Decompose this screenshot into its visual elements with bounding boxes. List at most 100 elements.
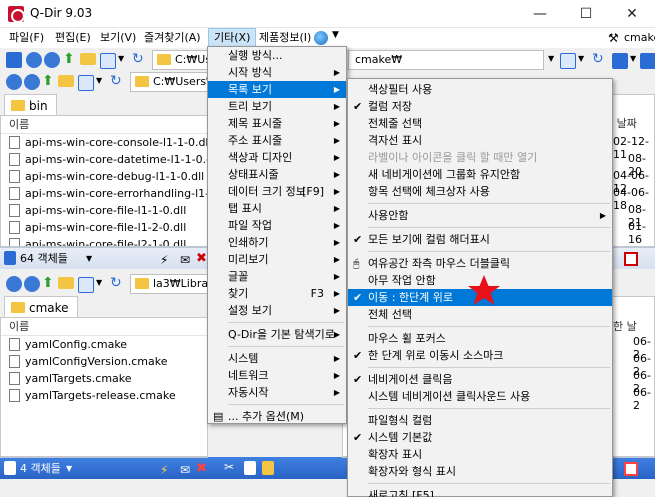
column-header-name[interactable]: 이름 bbox=[1, 318, 207, 336]
chevron-down-icon[interactable]: ▼ bbox=[578, 54, 584, 63]
extra-menu-item-9[interactable]: 탭 표시 ▶ bbox=[208, 200, 346, 217]
back-icon[interactable] bbox=[6, 276, 22, 292]
extra-menu-item-11[interactable]: 인쇄하기 ▶ bbox=[208, 234, 346, 251]
view-icon[interactable] bbox=[560, 53, 576, 69]
view-icon[interactable] bbox=[78, 75, 94, 91]
list-view-menu-item-5[interactable]: 새 네비게이션에 그룹화 유지안함 bbox=[348, 166, 612, 183]
split-icon[interactable] bbox=[4, 461, 16, 475]
list-item[interactable]: yamlConfig.cmake bbox=[1, 336, 207, 353]
menu-file[interactable]: 파일(F) bbox=[4, 28, 49, 48]
list-view-menu-item-0[interactable]: 색상필터 사용 bbox=[348, 81, 612, 98]
list-item[interactable]: yamlConfigVersion.cmake bbox=[1, 353, 207, 370]
monitor-icon[interactable] bbox=[640, 53, 655, 69]
up-icon[interactable]: ⬆ bbox=[42, 73, 54, 89]
refresh-icon[interactable]: ↻ bbox=[110, 73, 122, 89]
list-item[interactable]: yamlTargets.cmake bbox=[1, 370, 207, 387]
chevron-down-icon[interactable]: ▼ bbox=[86, 248, 92, 270]
extra-menu-item-2[interactable]: 목록 보기 ▶ bbox=[208, 81, 346, 98]
up-icon[interactable]: ⬆ bbox=[42, 275, 54, 291]
menu-info[interactable]: 제품정보(I) bbox=[254, 28, 316, 48]
folder-icon[interactable] bbox=[58, 277, 74, 289]
monitor-icon[interactable] bbox=[612, 53, 628, 69]
tab-cmake[interactable]: cmake bbox=[4, 296, 78, 318]
stop-icon[interactable] bbox=[624, 462, 638, 476]
menu-extra[interactable]: 기타(X) bbox=[208, 28, 257, 48]
address-bar-pane3[interactable]: la3₩Library₩ bbox=[130, 274, 208, 294]
list-view-menu-item-21[interactable]: 시스템 네비게이션 클릭사운드 사용 bbox=[348, 388, 612, 405]
view-icon[interactable] bbox=[78, 277, 94, 293]
chevron-down-icon[interactable]: ▼ bbox=[630, 54, 636, 63]
menu-view[interactable]: 보기(V) bbox=[95, 28, 141, 48]
list-view-menu-item-28[interactable]: 새로고침 [F5] bbox=[348, 487, 612, 497]
copy-icon[interactable] bbox=[244, 461, 256, 475]
globe-icon[interactable] bbox=[314, 31, 328, 45]
back-icon[interactable] bbox=[26, 52, 42, 68]
extra-menu-item-7[interactable]: 상태표시줄 ▶ bbox=[208, 166, 346, 183]
chevron-down-icon[interactable]: ▼ bbox=[66, 458, 72, 480]
list-view-menu-item-18[interactable]: ✔ 한 단계 위로 이동시 소스마크 bbox=[348, 347, 612, 364]
cut-icon[interactable]: ✂ bbox=[224, 460, 234, 474]
extra-menu-item-10[interactable]: 파일 작업 ▶ bbox=[208, 217, 346, 234]
delete-icon[interactable]: ✖ bbox=[196, 248, 207, 270]
flash-icon[interactable]: ⚡ bbox=[160, 459, 168, 481]
layout-icon[interactable] bbox=[6, 52, 22, 68]
list-view-menu-item-24[interactable]: ✔ 시스템 기본값 bbox=[348, 429, 612, 446]
folder-icon[interactable] bbox=[80, 53, 96, 65]
list-view-menu-item-23[interactable]: 파일형식 컬럼 bbox=[348, 412, 612, 429]
minimize-button[interactable]: — bbox=[517, 0, 563, 28]
tool-icon[interactable]: ⚒ bbox=[608, 31, 619, 45]
delete-icon[interactable]: ✖ bbox=[196, 458, 207, 480]
list-view-menu-item-20[interactable]: ✔ 네비게이션 클릭음 bbox=[348, 371, 612, 388]
extra-menu-item-4[interactable]: 제목 표시줄 ▶ bbox=[208, 115, 346, 132]
chevron-down-icon[interactable]: ▼ bbox=[96, 278, 102, 287]
list-view-menu-item-12[interactable]: 🖰 여유공간 좌측 마우스 더블클릭 bbox=[348, 255, 612, 272]
flash-icon[interactable]: ⚡ bbox=[160, 249, 168, 271]
list-item[interactable]: api-ms-win-core-errorhandling-l1-1-0.dll bbox=[1, 185, 207, 202]
up-icon[interactable]: ⬆ bbox=[63, 51, 75, 67]
column-header-date[interactable]: 한 날 bbox=[611, 318, 654, 336]
tab-bin[interactable]: bin bbox=[4, 94, 57, 116]
maximize-button[interactable]: ☐ bbox=[563, 0, 609, 28]
list-view-menu-item-6[interactable]: 항목 선택에 체크상자 사용 bbox=[348, 183, 612, 200]
extra-menu-item-6[interactable]: 색상과 디자인 ▶ bbox=[208, 149, 346, 166]
list-item[interactable]: api-ms-win-core-debug-l1-1-0.dll bbox=[1, 168, 207, 185]
extra-menu-item-0[interactable]: 실행 방식... bbox=[208, 47, 346, 64]
list-view-menu-item-17[interactable]: 마우스 휠 포커스 bbox=[348, 330, 612, 347]
extra-menu-item-8[interactable]: 데이터 크기 정보 [F9] ▶ bbox=[208, 183, 346, 200]
forward-icon[interactable] bbox=[44, 52, 60, 68]
extra-menu-item-21[interactable]: 자동시작 ▶ bbox=[208, 384, 346, 401]
extra-menu-item-19[interactable]: 시스템 ▶ bbox=[208, 350, 346, 367]
chevron-down-icon[interactable]: ▼ bbox=[96, 76, 102, 85]
mail-icon[interactable]: ✉ bbox=[180, 459, 190, 481]
chevron-down-icon[interactable]: ▼ bbox=[332, 30, 339, 40]
mail-icon[interactable]: ✉ bbox=[180, 249, 190, 271]
back-icon[interactable] bbox=[6, 74, 22, 90]
list-view-menu-item-2[interactable]: 전체줄 선택 bbox=[348, 115, 612, 132]
view-icon[interactable] bbox=[100, 53, 116, 69]
list-view-menu-item-25[interactable]: 확장자 표시 bbox=[348, 446, 612, 463]
chevron-down-icon[interactable]: ▼ bbox=[118, 54, 124, 63]
list-item[interactable]: api-ms-win-core-file-l1-1-0.dll bbox=[1, 202, 207, 219]
list-view-menu-item-1[interactable]: ✔ 컬럼 저장 bbox=[348, 98, 612, 115]
stop-icon[interactable] bbox=[624, 252, 638, 266]
split-icon[interactable] bbox=[4, 251, 16, 265]
list-view-menu-item-10[interactable]: ✔ 모든 보기에 컬럼 해더표시 bbox=[348, 231, 612, 248]
chevron-down-icon[interactable]: ▼ bbox=[548, 54, 554, 63]
list-item[interactable]: yamlTargets-release.cmake bbox=[1, 387, 207, 404]
list-view-menu-item-15[interactable]: 전체 선택 bbox=[348, 306, 612, 323]
list-item[interactable]: api-ms-win-core-file-l1-2-0.dll bbox=[1, 219, 207, 236]
list-view-menu-item-3[interactable]: 격자선 표시 bbox=[348, 132, 612, 149]
extra-menu-item-17[interactable]: Q-Dir을 기본 탐색기로 ▶ bbox=[208, 326, 346, 343]
extra-menu-item-20[interactable]: 네트워크 ▶ bbox=[208, 367, 346, 384]
folder-icon[interactable] bbox=[58, 75, 74, 87]
extra-menu-item-14[interactable]: 찾기 F3 ▶ bbox=[208, 285, 346, 302]
menu-edit[interactable]: 편집(E) bbox=[50, 28, 96, 48]
extra-menu-item-3[interactable]: 트리 보기 ▶ bbox=[208, 98, 346, 115]
menu-favorites[interactable]: 즐겨찾기(A) bbox=[139, 28, 206, 48]
extra-menu-item-15[interactable]: 설정 보기 ▶ bbox=[208, 302, 346, 319]
paste-icon[interactable] bbox=[262, 461, 274, 475]
address-bar-pane1[interactable]: C:₩Users₩je bbox=[130, 72, 208, 92]
forward-icon[interactable] bbox=[24, 276, 40, 292]
list-view-menu-item-8[interactable]: 사용안함 ▶ bbox=[348, 207, 612, 224]
address-bar-top-right[interactable]: cmake₩ bbox=[348, 50, 544, 70]
